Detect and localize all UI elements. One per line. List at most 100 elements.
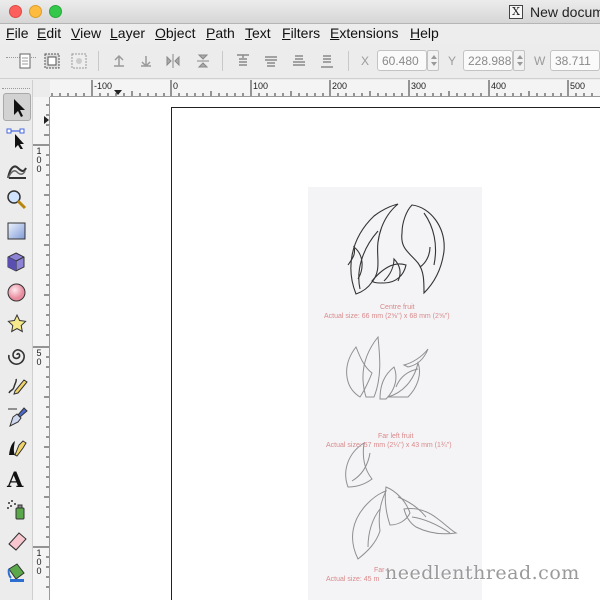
drawing-canvas[interactable]: Centre fruit Actual size: 66 mm (2⅝") x … (50, 97, 600, 600)
spray-tool[interactable] (3, 496, 31, 524)
pattern-caption-size: Actual size: 57 mm (2¼") x 43 mm (1¾") (326, 442, 452, 449)
x11-app-icon: X (509, 5, 523, 19)
separator (348, 51, 349, 71)
h-ruler-ticks (51, 80, 593, 96)
menu-file[interactable]: File (6, 25, 29, 41)
v-ruler-label: 100 (36, 147, 44, 174)
menu-view[interactable]: View (71, 25, 101, 41)
pattern-caption-title: Far left fruit (378, 433, 414, 440)
v-ruler-label: 100 (36, 549, 44, 576)
h-ruler-label: 200 (332, 81, 348, 91)
title-bar: X New docum (0, 0, 600, 24)
y-spin-button[interactable] (513, 50, 525, 71)
close-window-button[interactable] (9, 5, 22, 18)
window-title: New docum (530, 4, 600, 20)
paint-bucket-tool[interactable] (3, 558, 31, 586)
ruler-pointer-icon (114, 90, 122, 95)
spiral-tool[interactable] (3, 341, 31, 369)
star-tool[interactable] (3, 310, 31, 338)
svg-text:A: A (6, 468, 24, 490)
h-ruler-label: 0 (173, 81, 179, 91)
selector-tool[interactable] (3, 93, 31, 121)
rotate-ccw-icon[interactable] (110, 52, 128, 70)
circle-icon (7, 283, 26, 302)
v-ruler-label-text: 100 (36, 146, 42, 174)
ruler-pointer-icon (44, 116, 49, 124)
menu-layer[interactable]: Layer (110, 25, 145, 41)
separator (98, 51, 99, 71)
tweak-tool[interactable] (3, 155, 31, 183)
width-field[interactable]: 38.711 (550, 50, 600, 71)
scanned-pattern-image[interactable]: Centre fruit Actual size: 66 mm (2⅝") x … (308, 187, 482, 600)
menu-object[interactable]: Object (155, 25, 195, 41)
x-coordinate-field[interactable]: 60.480 (377, 50, 427, 71)
x-spin-button[interactable] (427, 50, 439, 71)
lower-icon[interactable] (290, 52, 308, 70)
pattern-caption-size: Actual size: 66 mm (2⅝") x 68 mm (2⅝") (324, 313, 450, 320)
vertical-ruler[interactable]: 100 50 100 (33, 97, 50, 600)
magnifier-icon (7, 190, 27, 210)
menu-path[interactable]: Path (206, 25, 235, 41)
spray-can-icon (7, 500, 25, 520)
3d-box-tool[interactable] (3, 248, 31, 276)
eraser-tool[interactable] (3, 527, 31, 555)
zoom-window-button[interactable] (49, 5, 62, 18)
raise-to-top-icon[interactable] (234, 52, 252, 70)
tweak-icon (7, 165, 27, 179)
tool-controls-bar: X 60.480 Y 228.988 W 38.711 (0, 44, 600, 79)
minimize-window-button[interactable] (29, 5, 42, 18)
eraser-icon (8, 532, 27, 551)
inkscape-window: X New docum File Edit View Layer Object … (0, 0, 600, 600)
toolbox: A (0, 80, 33, 600)
y-coordinate-field[interactable]: 228.988 (463, 50, 513, 71)
menu-edit[interactable]: Edit (37, 25, 61, 41)
pattern-caption-title: Centre fruit (380, 304, 415, 311)
arrow-icon (14, 99, 25, 117)
separator (222, 51, 223, 71)
rotate-cw-icon[interactable] (137, 52, 155, 70)
select-all-icon[interactable] (16, 52, 34, 70)
x-label: X (361, 54, 370, 68)
horizontal-ruler[interactable]: -100 0 100 200 300 400 500 (50, 80, 600, 97)
pen-icon (8, 407, 28, 427)
calligraphy-tool[interactable] (3, 434, 31, 462)
deselect-icon[interactable] (70, 52, 88, 70)
h-ruler-label: 400 (491, 81, 507, 91)
flip-vertical-icon[interactable] (194, 52, 212, 70)
node-tool[interactable] (3, 124, 31, 152)
lower-to-bottom-icon[interactable] (318, 52, 336, 70)
pen-tool[interactable] (3, 403, 31, 431)
w-label: W (534, 54, 546, 68)
text-tool[interactable]: A (3, 465, 31, 493)
calligraphy-icon (9, 440, 27, 457)
raise-icon[interactable] (262, 52, 280, 70)
menu-extensions[interactable]: Extensions (330, 25, 399, 41)
menu-bar: File Edit View Layer Object Path Text Fi… (0, 24, 600, 44)
v-ruler-label: 50 (36, 349, 44, 367)
zoom-tool[interactable] (3, 186, 31, 214)
h-ruler-label: 100 (253, 81, 269, 91)
select-all-in-all-layers-icon[interactable] (43, 52, 61, 70)
pencil-tool[interactable] (3, 372, 31, 400)
menu-filters[interactable]: Filters (282, 25, 320, 41)
pencil-icon (8, 378, 28, 395)
rectangle-tool[interactable] (3, 217, 31, 245)
3d-box-icon (7, 252, 25, 272)
pattern-caption-size: Actual size: 45 m (326, 576, 380, 583)
rectangle-icon (7, 222, 26, 240)
embroidery-pattern-drawing (345, 203, 458, 560)
menu-help[interactable]: Help (410, 25, 439, 41)
node-edit-icon (6, 128, 25, 149)
v-ruler-label-text: 100 (36, 548, 42, 576)
v-ruler-label-text: 50 (36, 348, 42, 367)
h-ruler-label: 300 (411, 81, 427, 91)
spiral-icon (8, 349, 25, 365)
star-icon (7, 313, 27, 333)
menu-text[interactable]: Text (245, 25, 271, 41)
paint-bucket-icon (7, 563, 25, 582)
flip-horizontal-icon[interactable] (164, 52, 182, 70)
ellipse-tool[interactable] (3, 279, 31, 307)
watermark-text: needlenthread.com (385, 562, 580, 584)
h-ruler-label: 500 (570, 81, 586, 91)
toolbox-grip[interactable] (2, 88, 30, 92)
